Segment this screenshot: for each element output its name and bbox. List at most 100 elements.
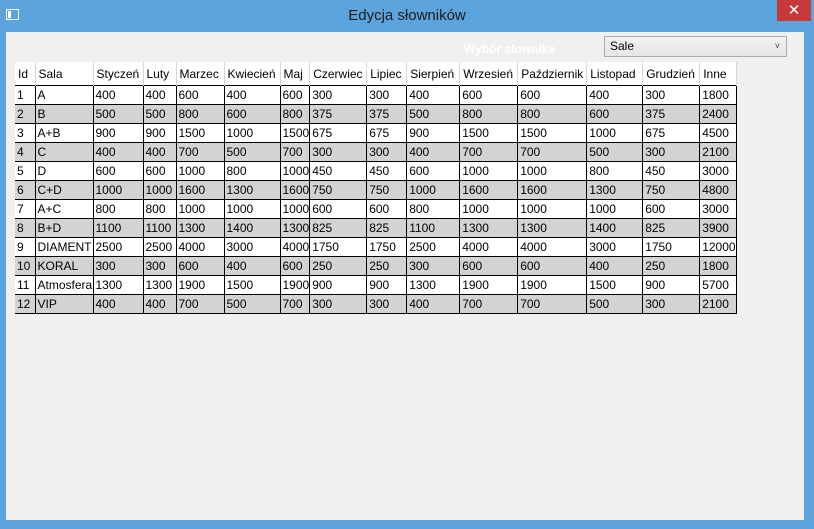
table-cell[interactable]: 1000: [280, 161, 311, 181]
table-cell[interactable]: 1600: [459, 180, 519, 200]
table-cell[interactable]: 1000: [93, 180, 144, 200]
table-cell[interactable]: 400: [143, 294, 177, 314]
table-cell[interactable]: 250: [642, 256, 701, 276]
table-cell[interactable]: A: [35, 85, 94, 105]
table-cell[interactable]: 400: [406, 142, 461, 162]
table-cell[interactable]: 400: [143, 142, 177, 162]
table-cell[interactable]: 1300: [176, 218, 225, 238]
table-cell[interactable]: 1900: [459, 275, 519, 295]
table-cell[interactable]: 450: [642, 161, 701, 181]
column-header[interactable]: Sala: [35, 62, 94, 86]
table-cell[interactable]: 400: [586, 85, 644, 105]
table-cell[interactable]: 800: [224, 161, 281, 181]
table-cell[interactable]: 1900: [280, 275, 311, 295]
table-cell[interactable]: 2100: [699, 294, 737, 314]
table-cell[interactable]: 4500: [699, 123, 737, 143]
table-cell[interactable]: 4: [15, 142, 36, 162]
table-cell[interactable]: 1500: [176, 123, 225, 143]
table-cell[interactable]: 600: [517, 85, 588, 105]
column-header[interactable]: Grudzień: [642, 62, 701, 86]
table-cell[interactable]: 1800: [699, 256, 737, 276]
table-cell[interactable]: 800: [586, 161, 644, 181]
table-cell[interactable]: 1000: [176, 199, 225, 219]
table-cell[interactable]: 600: [309, 199, 368, 219]
table-cell[interactable]: 700: [517, 142, 588, 162]
table-cell[interactable]: 1400: [586, 218, 644, 238]
table-cell[interactable]: 3: [15, 123, 36, 143]
table-cell[interactable]: 1000: [517, 199, 588, 219]
table-cell[interactable]: 12000: [699, 237, 737, 257]
table-cell[interactable]: A+B: [35, 123, 94, 143]
table-cell[interactable]: 4000: [459, 237, 519, 257]
table-cell[interactable]: 1000: [224, 123, 281, 143]
table-cell[interactable]: 300: [642, 142, 701, 162]
table-cell[interactable]: 450: [309, 161, 368, 181]
table-cell[interactable]: 300: [366, 294, 408, 314]
table-cell[interactable]: 600: [280, 85, 311, 105]
table-cell[interactable]: 1300: [406, 275, 461, 295]
table-cell[interactable]: 1750: [366, 237, 408, 257]
column-header[interactable]: Wrzesień: [459, 62, 519, 86]
table-cell[interactable]: 400: [224, 85, 281, 105]
table-cell[interactable]: 1500: [586, 275, 644, 295]
table-cell[interactable]: 500: [586, 142, 644, 162]
table-cell[interactable]: 4800: [699, 180, 737, 200]
column-header[interactable]: Inne: [699, 62, 737, 86]
table-cell[interactable]: 2: [15, 104, 36, 124]
table-cell[interactable]: 500: [586, 294, 644, 314]
table-cell[interactable]: 1400: [224, 218, 281, 238]
table-cell[interactable]: 900: [143, 123, 177, 143]
column-header[interactable]: Październik: [517, 62, 588, 86]
table-cell[interactable]: 500: [224, 142, 281, 162]
table-cell[interactable]: 1000: [176, 161, 225, 181]
table-row[interactable]: 10 KORAL 300 300 600 400 600 250 250 300 600 600 400…: [15, 256, 737, 276]
column-header[interactable]: Id: [15, 62, 36, 86]
table-cell[interactable]: 600: [224, 104, 281, 124]
table-cell[interactable]: 400: [224, 256, 281, 276]
table-cell[interactable]: 2500: [93, 237, 144, 257]
table-cell[interactable]: VIP: [35, 294, 94, 314]
table-cell[interactable]: 600: [406, 161, 461, 181]
table-cell[interactable]: 400: [93, 85, 144, 105]
table-cell[interactable]: 12: [15, 294, 36, 314]
table-cell[interactable]: 10: [15, 256, 36, 276]
title-bar[interactable]: Edycja słowników ✕: [0, 0, 814, 31]
table-cell[interactable]: 900: [642, 275, 701, 295]
table-cell[interactable]: 300: [309, 142, 368, 162]
table-row[interactable]: 11 Atmosfera 1300 1300 1900 1500 1900 900 900 130…: [15, 275, 737, 295]
table-cell[interactable]: 375: [366, 104, 408, 124]
table-cell[interactable]: 1300: [459, 218, 519, 238]
table-cell[interactable]: 300: [93, 256, 144, 276]
table-cell[interactable]: 1000: [586, 123, 644, 143]
column-header[interactable]: Marzec: [176, 62, 225, 86]
table-cell[interactable]: 1900: [176, 275, 225, 295]
column-header[interactable]: Lipiec: [366, 62, 408, 86]
table-cell[interactable]: 2500: [406, 237, 461, 257]
table-cell[interactable]: B: [35, 104, 94, 124]
table-cell[interactable]: 8: [15, 218, 36, 238]
table-cell[interactable]: 4000: [280, 237, 311, 257]
column-header[interactable]: Luty: [143, 62, 177, 86]
table-cell[interactable]: 675: [309, 123, 368, 143]
table-cell[interactable]: 700: [517, 294, 588, 314]
table-cell[interactable]: 700: [176, 294, 225, 314]
table-cell[interactable]: 4000: [176, 237, 225, 257]
table-cell[interactable]: 1300: [224, 180, 281, 200]
table-cell[interactable]: A+C: [35, 199, 94, 219]
table-cell[interactable]: 1500: [224, 275, 281, 295]
table-row[interactable]: 1 A 400 400 600 400 600 300 300 400 600 600 400 300 18…: [15, 85, 737, 105]
table-cell[interactable]: 675: [642, 123, 701, 143]
table-row[interactable]: 7 A+C 800 800 1000 1000 1000 600 600 800 1000 1000 1…: [15, 199, 737, 219]
table-cell[interactable]: 1300: [93, 275, 144, 295]
table-cell[interactable]: 900: [406, 123, 461, 143]
table-cell[interactable]: 1500: [280, 123, 311, 143]
table-cell[interactable]: 600: [459, 256, 519, 276]
table-cell[interactable]: 600: [459, 85, 519, 105]
table-cell[interactable]: 375: [309, 104, 368, 124]
table-cell[interactable]: 300: [366, 142, 408, 162]
table-cell[interactable]: 1300: [586, 180, 644, 200]
table-cell[interactable]: 3000: [699, 199, 737, 219]
table-cell[interactable]: 800: [280, 104, 311, 124]
data-grid[interactable]: Id Sala Styczeń Luty Marzec Kwiecień Maj Czerwi…: [15, 62, 803, 520]
table-cell[interactable]: KORAL: [35, 256, 94, 276]
